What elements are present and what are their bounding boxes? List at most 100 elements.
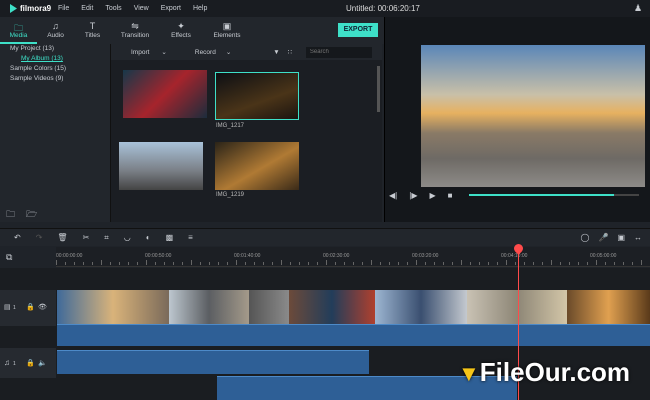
ruler-tick xyxy=(578,262,579,265)
speed-icon[interactable]: ◡ xyxy=(124,233,131,243)
ruler-timecode: 00:02:30:00 xyxy=(323,253,350,259)
video-clip[interactable] xyxy=(467,290,567,324)
playback-slider[interactable] xyxy=(469,194,639,196)
step-play-icon[interactable]: |▶ xyxy=(409,191,417,200)
menu-help[interactable]: Help xyxy=(193,5,207,12)
green-screen-icon[interactable]: ▩ xyxy=(166,233,174,243)
lock-icon[interactable]: 🔒 xyxy=(26,303,35,311)
zoom-fit-icon[interactable]: ↔ xyxy=(634,233,642,242)
audio-clip[interactable] xyxy=(57,350,369,374)
sidebar-item-sample-colors[interactable]: Sample Colors (15) xyxy=(0,64,110,74)
video-clip[interactable] xyxy=(249,290,289,324)
add-folder-icon[interactable]: 🗀 xyxy=(6,207,15,223)
play-icon[interactable]: ▶ xyxy=(429,191,435,200)
media-thumbnail[interactable] xyxy=(119,142,203,190)
redo-icon[interactable]: ↷ xyxy=(36,233,43,243)
ruler-tick xyxy=(488,262,489,265)
video-clip[interactable] xyxy=(375,290,467,324)
export-button[interactable]: EXPORT xyxy=(338,23,378,37)
menu-file[interactable]: File xyxy=(58,5,69,12)
stop-icon[interactable]: ■ xyxy=(448,191,453,200)
video-clip[interactable] xyxy=(289,290,375,324)
ruler-tick xyxy=(245,262,246,265)
video-clip[interactable] xyxy=(169,290,249,324)
sidebar-item-sample-videos[interactable]: Sample Videos (9) xyxy=(0,74,110,84)
ruler-tick xyxy=(443,262,444,265)
tab-label: Titles xyxy=(84,32,101,39)
menu-edit[interactable]: Edit xyxy=(81,5,93,12)
ruler-timecode: 00:01:40:00 xyxy=(234,253,261,259)
menu-tools[interactable]: Tools xyxy=(105,5,121,12)
voiceover-icon[interactable]: ▣ xyxy=(617,233,625,242)
mic-icon[interactable]: 🎤 xyxy=(598,233,608,242)
film-icon: ▤ xyxy=(4,304,11,311)
prev-frame-icon[interactable]: ◀| xyxy=(389,191,397,200)
video-track-header: ▤ 1 🔒 👁 xyxy=(0,290,56,326)
timeline-ruler[interactable]: 00:00:00:00 00:00:50:00 00:01:40:00 00:02:3… xyxy=(56,247,650,267)
ruler-tick xyxy=(614,262,615,265)
lock-icon[interactable]: 🔒 xyxy=(26,359,35,367)
ruler-tick xyxy=(623,262,624,265)
chevron-down-icon[interactable]: ⌄ xyxy=(161,48,166,56)
menu-view[interactable]: View xyxy=(134,5,149,12)
ruler-tick xyxy=(173,262,174,265)
menu-export[interactable]: Export xyxy=(161,5,181,12)
video-clip[interactable] xyxy=(567,290,650,324)
ruler-tick xyxy=(524,262,525,265)
grid-icon[interactable]: ∷ xyxy=(288,48,292,56)
ruler-tick xyxy=(209,262,210,265)
watermark-text: FileOur.com xyxy=(479,357,631,387)
user-icon[interactable]: ♟ xyxy=(634,3,642,14)
ruler-tick xyxy=(83,262,84,265)
tab-elements[interactable]: ▣ Elements xyxy=(203,17,251,44)
tab-transition[interactable]: ⇋ Transition xyxy=(111,17,159,44)
sidebar-item-my-project[interactable]: My Project (13) xyxy=(0,44,110,54)
scrollbar[interactable] xyxy=(377,66,380,112)
tab-audio[interactable]: ♫ Audio xyxy=(37,17,74,44)
sidebar-item-my-album[interactable]: My Album (13) xyxy=(0,54,110,64)
titles-icon: T xyxy=(89,21,96,31)
record-dropdown[interactable]: Record xyxy=(195,49,216,56)
eye-icon[interactable]: 👁 xyxy=(38,303,47,311)
chevron-down-icon[interactable]: ⌄ xyxy=(226,48,231,56)
menu-bar: filmora9 File Edit Tools View Export Hel… xyxy=(0,0,650,17)
add-track-icon[interactable]: ⧉ xyxy=(6,252,12,263)
music-icon: ♫ xyxy=(4,358,10,367)
library-tabs: 🗀 Media ♫ Audio T Titles ⇋ Transition ✦ Effec… xyxy=(0,17,385,44)
ruler-tick xyxy=(416,260,417,265)
tab-effects[interactable]: ✦ Effects xyxy=(159,17,203,44)
folder-icon[interactable]: 🗁 xyxy=(26,207,37,223)
ruler-tick xyxy=(344,262,345,265)
crop-icon[interactable]: ⌗ xyxy=(104,233,109,243)
track-number: 1 xyxy=(13,305,16,311)
audio-track-header: ♫ 1 🔒 🔈 xyxy=(0,348,56,378)
ruler-tick xyxy=(137,262,138,265)
video-audio-waveform[interactable] xyxy=(57,324,650,346)
ruler-tick xyxy=(65,262,66,265)
color-icon[interactable]: ◐ xyxy=(146,233,151,243)
ruler-tick xyxy=(371,260,372,265)
tab-media[interactable]: 🗀 Media xyxy=(0,17,37,44)
undo-icon[interactable]: ↶ xyxy=(14,233,21,243)
tab-titles[interactable]: T Titles xyxy=(74,17,111,44)
video-clip[interactable] xyxy=(57,290,169,324)
media-thumbnail-selected[interactable] xyxy=(215,72,299,120)
speaker-icon[interactable]: 🔈 xyxy=(38,359,47,367)
import-dropdown[interactable]: Import xyxy=(131,49,149,56)
ruler-timecode: 00:05:00:00 xyxy=(590,253,617,259)
delete-icon[interactable]: 🗑 xyxy=(57,233,67,243)
search-input[interactable] xyxy=(305,46,372,58)
tab-label: Elements xyxy=(213,32,241,39)
media-library: Import ⌄ Record ⌄ ▼ ∷ IMG_1217 IMG_1219 xyxy=(110,44,382,222)
ruler-tick xyxy=(407,262,408,265)
media-thumbnail[interactable] xyxy=(215,142,299,190)
tab-label: Effects xyxy=(171,32,191,39)
media-caption: IMG_1219 xyxy=(216,192,245,198)
filter-icon[interactable]: ▼ xyxy=(273,49,279,56)
ruler-tick xyxy=(389,262,390,265)
audio-adjust-icon[interactable]: ≡ xyxy=(188,233,193,243)
cut-icon[interactable]: ✂ xyxy=(83,233,90,243)
media-thumbnail[interactable] xyxy=(123,70,207,118)
tab-label: Audio xyxy=(47,32,64,39)
marker-icon[interactable]: ◯ xyxy=(581,233,590,242)
